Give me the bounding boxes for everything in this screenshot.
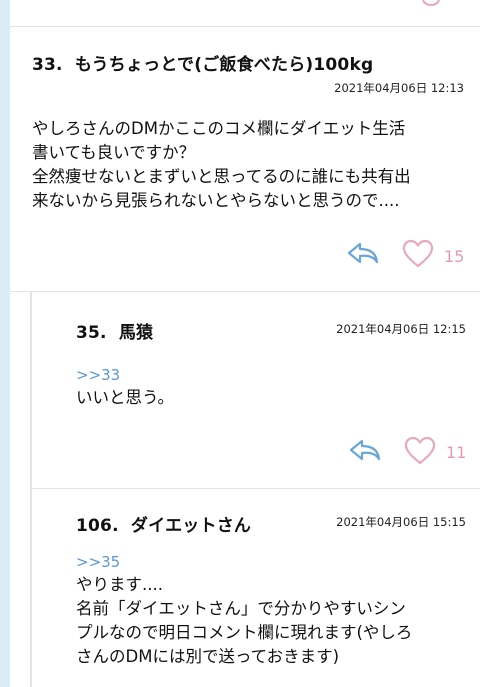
comment-date: 2021年04月06日 12:13 bbox=[334, 81, 464, 95]
comment-number: 33. bbox=[32, 55, 63, 75]
comment-header: 35. 馬猿 bbox=[76, 318, 153, 343]
comment-author: ダイエットさん bbox=[130, 516, 252, 536]
comment-33: 33. もうちょっとで(ご飯食べたら)100kg 2021年04月06日 12:… bbox=[10, 27, 480, 292]
comment-header: 106. ダイエットさん bbox=[76, 511, 251, 536]
thread-left-rail bbox=[0, 0, 10, 687]
comment-35: 35. 馬猿 2021年04月06日 12:15 >>33 いいと思う。 11 bbox=[32, 292, 480, 489]
reply-button[interactable] bbox=[348, 438, 382, 466]
comment-number: 35. bbox=[76, 323, 107, 343]
reply-anchor-link[interactable]: >>35 bbox=[76, 553, 120, 571]
heart-icon bbox=[402, 239, 434, 268]
comment-author: もうちょっとで(ご飯食べたら)100kg bbox=[74, 55, 374, 75]
comment-author: 馬猿 bbox=[118, 323, 154, 343]
comment-number: 106. bbox=[76, 516, 119, 536]
comment-body: やります.... 名前「ダイエットさん」で分かりやすいシン プルなので明日コメン… bbox=[76, 575, 413, 666]
comment-body: いいと思う。 bbox=[76, 388, 175, 407]
comment-date: 2021年04月06日 12:15 bbox=[336, 322, 466, 336]
heart-icon bbox=[404, 436, 436, 465]
reply-button[interactable] bbox=[346, 241, 380, 269]
heart-icon[interactable] bbox=[422, 0, 440, 6]
like-button[interactable] bbox=[404, 436, 436, 470]
reply-thread: 35. 馬猿 2021年04月06日 12:15 >>33 いいと思う。 11 … bbox=[30, 292, 480, 687]
comment-header: 33. もうちょっとで(ご飯食べたら)100kg bbox=[32, 50, 373, 75]
reply-anchor-link[interactable]: >>33 bbox=[76, 366, 120, 384]
like-button[interactable] bbox=[402, 239, 434, 273]
like-count: 15 bbox=[444, 247, 465, 266]
reply-arrow-icon bbox=[347, 242, 379, 264]
reply-arrow-icon bbox=[349, 439, 381, 461]
comment-date: 2021年04月06日 15:15 bbox=[336, 515, 466, 529]
previous-comment-edge bbox=[10, 0, 480, 27]
comment-106: 106. ダイエットさん 2021年04月06日 15:15 >>35 やります… bbox=[32, 489, 480, 687]
comment-body: やしろさんのDMかここのコメ欄にダイエット生活 書いても良いですか？ 全然痩せな… bbox=[32, 119, 411, 210]
like-count: 11 bbox=[446, 443, 467, 462]
